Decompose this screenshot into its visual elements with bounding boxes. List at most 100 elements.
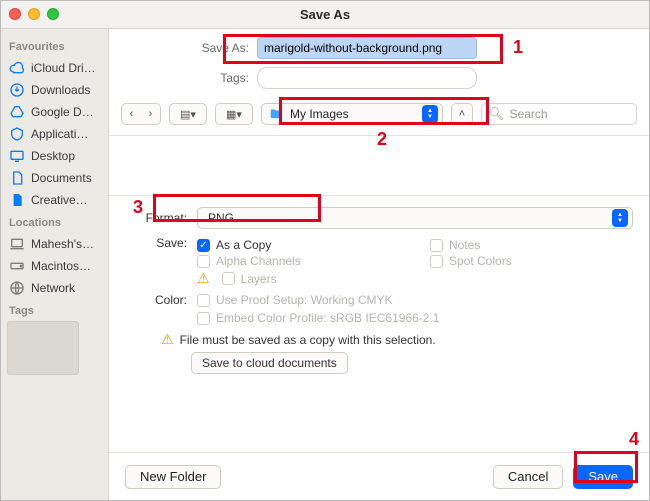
doc-icon bbox=[9, 170, 25, 186]
sidebar-item-network[interactable]: Network bbox=[7, 277, 104, 299]
color-label: Color: bbox=[125, 293, 197, 307]
checkbox-label: Use Proof Setup: Working CMYK bbox=[216, 293, 393, 307]
sidebar-item-creative[interactable]: Creative… bbox=[7, 189, 104, 211]
file-browser-area[interactable] bbox=[109, 136, 649, 196]
checkbox-as-a-copy[interactable]: ✓ As a Copy bbox=[197, 238, 400, 252]
popup-arrows-icon: ▲▼ bbox=[612, 209, 628, 227]
tags-input[interactable] bbox=[257, 67, 477, 89]
sidebar-item-label: Network bbox=[31, 281, 75, 295]
location-toolbar: ‹ › ▤▾ ▦▾ My Images ▲▼ ˄ 🔍︎ bbox=[109, 97, 649, 136]
search-input[interactable]: 🔍︎ Search bbox=[481, 103, 637, 125]
checkbox-icon bbox=[430, 255, 443, 268]
button-label: New Folder bbox=[140, 469, 206, 484]
checkbox-icon bbox=[197, 312, 210, 325]
search-placeholder: Search bbox=[510, 107, 548, 121]
cloud-icon bbox=[9, 60, 25, 76]
save-options-label: Save: bbox=[125, 236, 197, 250]
save-to-cloud-button[interactable]: Save to cloud documents bbox=[191, 352, 348, 374]
zoom-window-button[interactable] bbox=[47, 8, 59, 20]
folder-popup-label: My Images bbox=[290, 107, 416, 121]
checkbox-icon bbox=[430, 239, 443, 252]
checkbox-spot-colors: Spot Colors bbox=[430, 254, 633, 268]
file-icon bbox=[9, 192, 25, 208]
list-icon: ▤▾ bbox=[180, 108, 196, 121]
folder-icon bbox=[268, 107, 284, 121]
titlebar: Save As bbox=[1, 1, 649, 29]
save-button[interactable]: Save bbox=[573, 465, 633, 489]
tags-label: Tags: bbox=[199, 71, 257, 85]
sidebar-item-label: Mahesh's… bbox=[31, 237, 94, 251]
sidebar-item-label: Documents bbox=[31, 171, 92, 185]
checkbox-proof-setup: Use Proof Setup: Working CMYK bbox=[197, 293, 633, 307]
laptop-icon bbox=[9, 236, 25, 252]
checkbox-layers: ⚠︎ Layers bbox=[197, 270, 400, 287]
button-label: Save bbox=[588, 469, 618, 484]
main-panel: Save As: Tags: ‹ › ▤▾ ▦▾ bbox=[109, 29, 649, 500]
window-controls bbox=[9, 8, 59, 20]
checkbox-label: Alpha Channels bbox=[216, 254, 301, 268]
drive-icon bbox=[9, 104, 25, 120]
checkbox-icon bbox=[197, 255, 210, 268]
sidebar-item-downloads[interactable]: Downloads bbox=[7, 79, 104, 101]
sidebar-item-computer[interactable]: Mahesh's… bbox=[7, 233, 104, 255]
checkbox-icon bbox=[197, 294, 210, 307]
format-section: Format: PNG ▲▼ Save: ✓ As a Copy bbox=[109, 196, 649, 374]
sidebar-group-label: Favourites bbox=[9, 41, 104, 53]
group-button[interactable]: ▦▾ bbox=[215, 103, 253, 125]
warning-icon: ⚠︎ bbox=[161, 331, 174, 348]
checkbox-label: Spot Colors bbox=[449, 254, 512, 268]
checkbox-icon: ✓ bbox=[197, 239, 210, 252]
grid-icon: ▦▾ bbox=[226, 108, 242, 121]
sidebar-item-label: Creative… bbox=[31, 193, 88, 207]
close-window-button[interactable] bbox=[9, 8, 21, 20]
tag-swatch[interactable] bbox=[7, 321, 79, 375]
button-label: Cancel bbox=[508, 469, 548, 484]
sidebar-item-google-drive[interactable]: Google D… bbox=[7, 101, 104, 123]
minimize-window-button[interactable] bbox=[28, 8, 40, 20]
checkbox-label: Notes bbox=[449, 238, 480, 252]
checkbox-embed-icc: Embed Color Profile: sRGB IEC61966-2.1 bbox=[197, 311, 633, 325]
sidebar: Favourites iCloud Dri… Downloads Google … bbox=[1, 29, 109, 500]
sidebar-item-macintosh-hd[interactable]: Macintos… bbox=[7, 255, 104, 277]
format-popup[interactable]: PNG ▲▼ bbox=[197, 207, 633, 229]
checkbox-notes: Notes bbox=[430, 238, 633, 252]
download-icon bbox=[9, 82, 25, 98]
window-title: Save As bbox=[300, 7, 350, 22]
expand-button[interactable]: ˄ bbox=[451, 103, 473, 125]
button-label: Save to cloud documents bbox=[202, 356, 337, 370]
warning-icon: ⚠︎ bbox=[197, 270, 210, 287]
nav-back-forward[interactable]: ‹ › bbox=[121, 103, 161, 125]
checkbox-label: Embed Color Profile: sRGB IEC61966-2.1 bbox=[216, 311, 439, 325]
globe-icon bbox=[9, 280, 25, 296]
format-label: Format: bbox=[125, 211, 197, 225]
popup-arrows-icon: ▲▼ bbox=[422, 105, 438, 123]
cancel-button[interactable]: Cancel bbox=[493, 465, 563, 489]
apps-icon bbox=[9, 126, 25, 142]
chevron-right-icon: › bbox=[141, 108, 160, 120]
sidebar-item-applications[interactable]: Applicati… bbox=[7, 123, 104, 145]
checkbox-label: Layers bbox=[241, 272, 277, 286]
sidebar-item-desktop[interactable]: Desktop bbox=[7, 145, 104, 167]
sidebar-item-label: Applicati… bbox=[31, 127, 88, 141]
save-dialog: Save As Favourites iCloud Dri… Downloads… bbox=[0, 0, 650, 501]
note-text: File must be saved as a copy with this s… bbox=[180, 333, 436, 347]
sidebar-item-label: Downloads bbox=[31, 83, 90, 97]
sidebar-item-label: iCloud Dri… bbox=[31, 61, 96, 75]
format-value: PNG bbox=[208, 211, 612, 225]
folder-popup[interactable]: My Images ▲▼ bbox=[261, 103, 443, 125]
desktop-icon bbox=[9, 148, 25, 164]
new-folder-button[interactable]: New Folder bbox=[125, 465, 221, 489]
view-mode-button[interactable]: ▤▾ bbox=[169, 103, 207, 125]
chevron-left-icon: ‹ bbox=[122, 108, 141, 120]
save-as-input[interactable] bbox=[257, 37, 477, 59]
sidebar-group-label: Locations bbox=[9, 217, 104, 229]
save-as-label: Save As: bbox=[199, 41, 257, 55]
sidebar-item-documents[interactable]: Documents bbox=[7, 167, 104, 189]
checkbox-icon bbox=[222, 272, 235, 285]
bottom-bar: New Folder Cancel Save bbox=[109, 452, 649, 500]
search-icon: 🔍︎ bbox=[488, 106, 505, 122]
sidebar-item-icloud[interactable]: iCloud Dri… bbox=[7, 57, 104, 79]
checkbox-alpha-channels: Alpha Channels bbox=[197, 254, 400, 268]
sidebar-group-label: Tags bbox=[9, 305, 104, 317]
hdd-icon bbox=[9, 258, 25, 274]
